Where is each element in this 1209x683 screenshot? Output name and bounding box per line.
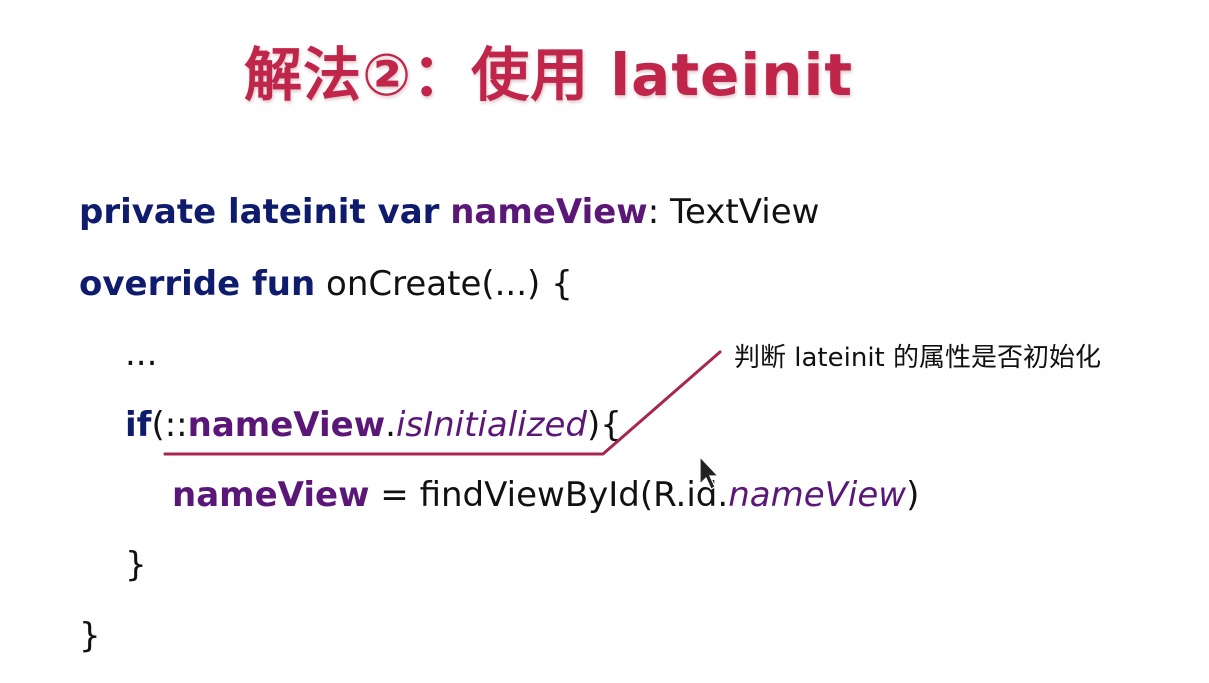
code-line-4: if(::nameView.isInitialized){ (125, 405, 622, 445)
code-text: ){ (586, 405, 622, 445)
code-text: : TextView (647, 192, 820, 232)
code-property: isInitialized (395, 405, 587, 445)
code-identifier: nameView (172, 475, 370, 515)
annotation-note: 判断 lateinit 的属性是否初始化 (734, 343, 1101, 373)
code-keyword: override fun (79, 264, 316, 304)
slide-title: 解法②：使用 lateinit (244, 41, 854, 109)
code-text: = findViewById(R.id. (369, 475, 729, 515)
code-ellipsis: ... (125, 334, 158, 374)
code-identifier: nameView (450, 192, 648, 232)
code-line-1: private lateinit var nameView: TextView (79, 192, 819, 232)
code-line-7: } (79, 616, 101, 656)
code-identifier: nameView (187, 405, 386, 445)
code-line-2: override fun onCreate(...) { (79, 264, 573, 304)
slide: 解法②：使用 lateinit private lateinit var nam… (0, 0, 1209, 683)
code-line-5: nameView = findViewById(R.id.nameView) (172, 475, 919, 515)
code-text: ) (906, 475, 920, 515)
code-keyword: if (125, 405, 152, 445)
code-text: (:: (151, 405, 188, 445)
code-text: onCreate(...) { (326, 264, 573, 304)
code-keyword: private lateinit var (79, 192, 440, 232)
code-line-3: ... (125, 334, 157, 374)
code-brace: } (79, 616, 101, 656)
code-text: . (385, 405, 396, 445)
code-brace: } (125, 545, 147, 585)
code-property: nameView (728, 475, 907, 515)
code-line-6: } (125, 545, 147, 585)
